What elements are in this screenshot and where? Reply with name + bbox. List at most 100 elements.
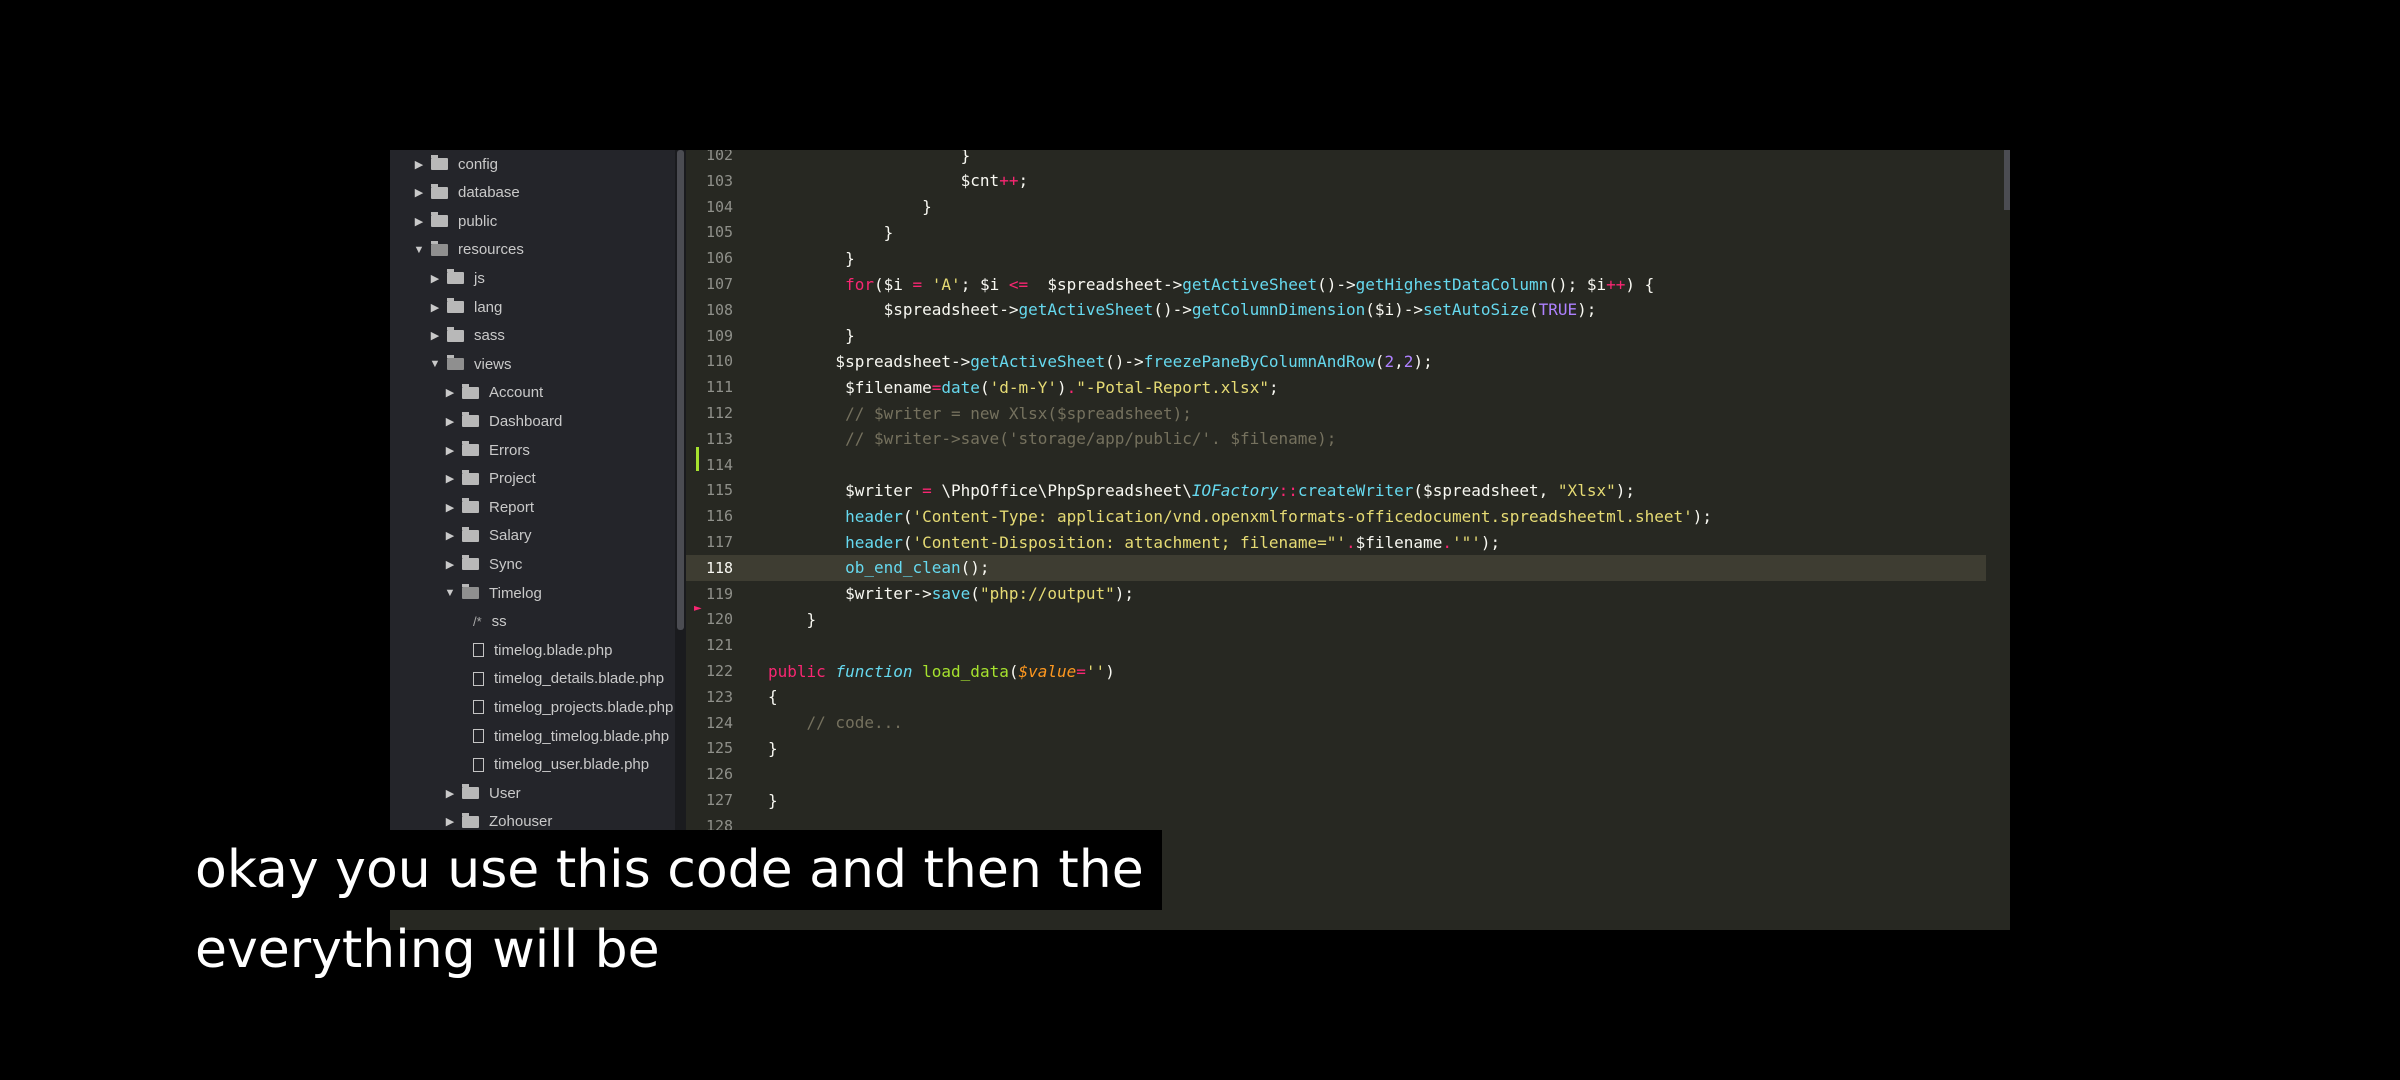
collapsed-arrow-icon[interactable]: ▶: [412, 215, 426, 228]
code-line[interactable]: 107 for($i = 'A'; $i <= $spreadsheet->ge…: [686, 271, 1986, 297]
tree-item-lang[interactable]: ▶ lang: [428, 293, 502, 321]
code-line[interactable]: 125}: [686, 735, 1986, 761]
code-token: ;: [1268, 377, 1279, 397]
code-token: .: [1345, 532, 1356, 552]
code-line[interactable]: 121: [686, 632, 1986, 658]
line-number: 119: [706, 584, 734, 603]
code-line[interactable]: 103 $cnt++;: [686, 168, 1986, 194]
tree-item-public[interactable]: ▶ public: [412, 207, 497, 235]
collapsed-arrow-icon[interactable]: ▶: [443, 472, 457, 485]
collapsed-arrow-icon[interactable]: ▶: [443, 444, 457, 457]
tree-item-resources[interactable]: ▼ resources: [412, 236, 524, 264]
tree-item-project[interactable]: ▶ Project: [443, 465, 536, 493]
tree-item-timelog-details-blade-php[interactable]: timelog_details.blade.php: [468, 665, 664, 693]
collapsed-arrow-icon[interactable]: ▶: [443, 529, 457, 542]
collapsed-arrow-icon[interactable]: ▶: [443, 787, 457, 800]
tree-item-salary[interactable]: ▶ Salary: [443, 522, 532, 550]
code-text: }: [756, 791, 778, 810]
code-line[interactable]: 119 $writer->save("php://output");: [686, 581, 1986, 607]
tree-item-sync[interactable]: ▶ Sync: [443, 550, 522, 578]
tree-item-config[interactable]: ▶ config: [412, 150, 498, 178]
tree-item-ss[interactable]: /* ss: [468, 608, 507, 636]
collapsed-arrow-icon[interactable]: ▶: [443, 386, 457, 399]
code-line[interactable]: 113 // $writer->save('storage/app/public…: [686, 426, 1986, 452]
code-text: }: [756, 197, 932, 216]
tree-item-label: js: [474, 269, 485, 287]
tree-item-timelog-timelog-blade-php[interactable]: timelog_timelog.blade.php: [468, 722, 669, 750]
collapsed-arrow-icon[interactable]: ▶: [443, 558, 457, 571]
code-token: ++: [999, 171, 1019, 191]
code-line[interactable]: 106 }: [686, 245, 1986, 271]
code-line[interactable]: 104 }: [686, 194, 1986, 220]
code-line[interactable]: 111 $filename=date('d-m-Y')."-Potal-Repo…: [686, 374, 1986, 400]
tree-item-timelog-projects-blade-php[interactable]: timelog_projects.blade.php: [468, 693, 673, 721]
code-line[interactable]: 115 $writer = \PhpOffice\PhpSpreadsheet\…: [686, 477, 1986, 503]
tree-item-database[interactable]: ▶ database: [412, 179, 520, 207]
collapsed-arrow-icon[interactable]: ▶: [428, 329, 442, 342]
code-text: $spreadsheet->getActiveSheet()->freezePa…: [756, 351, 1432, 371]
collapsed-arrow-icon[interactable]: ▶: [412, 186, 426, 199]
tree-item-js[interactable]: ▶ js: [428, 264, 485, 292]
file-icon: [473, 671, 484, 686]
tree-item-zohouser[interactable]: ▶ Zohouser: [443, 808, 552, 830]
collapsed-arrow-icon[interactable]: ▶: [412, 158, 426, 171]
collapsed-arrow-icon[interactable]: ▶: [428, 272, 442, 285]
code-token: ()->: [1317, 274, 1356, 294]
code-line[interactable]: 102 }: [686, 150, 1986, 168]
collapsed-arrow-icon[interactable]: ▶: [443, 501, 457, 514]
tree-item-account[interactable]: ▶ Account: [443, 379, 543, 407]
collapsed-arrow-icon[interactable]: ▶: [443, 815, 457, 828]
code-line[interactable]: 116 header('Content-Type: application/vn…: [686, 503, 1986, 529]
tree-item-timelog[interactable]: ▼ Timelog: [443, 579, 542, 607]
code-token: public: [768, 661, 826, 681]
code-token: ();: [960, 558, 990, 578]
code-token: ;: [1018, 171, 1029, 191]
code-line[interactable]: 112 // $writer = new Xlsx($spreadsheet);: [686, 400, 1986, 426]
tree-item-timelog-user-blade-php[interactable]: timelog_user.blade.php: [468, 751, 649, 779]
code-token: ) {: [1625, 274, 1655, 294]
tree-item-label: Timelog: [489, 584, 542, 602]
code-line[interactable]: 110 $spreadsheet->getActiveSheet()->free…: [686, 348, 1986, 374]
code-line[interactable]: 122 public function load_data($value=''): [686, 658, 1986, 684]
code-token: ; $i: [960, 274, 1009, 294]
code-token: $writer: [768, 480, 923, 500]
code-editor[interactable]: ► 102 } 103 $cnt++; 104 } 105 } 106 } 107 for…: [686, 150, 2010, 930]
code-text: $writer = \PhpOffice\PhpSpreadsheet\IOFa…: [756, 481, 1635, 500]
tree-item-sass[interactable]: ▶ sass: [428, 322, 505, 350]
expanded-arrow-icon[interactable]: ▼: [443, 587, 457, 599]
code-line[interactable]: 123 {: [686, 684, 1986, 710]
code-token: );: [1577, 300, 1597, 320]
expanded-arrow-icon[interactable]: ▼: [428, 358, 442, 370]
code-line[interactable]: 117 header('Content-Disposition: attachm…: [686, 529, 1986, 555]
sidebar-scrollbar-thumb[interactable]: [677, 150, 684, 630]
code-line[interactable]: 114: [686, 452, 1986, 478]
tree-item-dashboard[interactable]: ▶ Dashboard: [443, 407, 562, 435]
code-line[interactable]: 108 $spreadsheet->getActiveSheet()->getC…: [686, 297, 1986, 323]
tree-item-user[interactable]: ▶ User: [443, 779, 521, 807]
code-token: $spreadsheet->: [768, 351, 971, 371]
code-line[interactable]: 118 ob_end_clean();: [686, 554, 1986, 581]
code-line[interactable]: 109 }: [686, 323, 1986, 349]
line-number: 114: [706, 455, 734, 474]
tree-item-report[interactable]: ▶ Report: [443, 493, 534, 521]
line-number: 103: [706, 171, 734, 190]
sidebar-scrollbar[interactable]: [675, 150, 686, 830]
folder-icon: [431, 155, 448, 170]
code-token: header: [845, 532, 903, 552]
tree-item-timelog-blade-php[interactable]: timelog.blade.php: [468, 636, 612, 664]
collapsed-arrow-icon[interactable]: ▶: [443, 415, 457, 428]
collapsed-arrow-icon[interactable]: ▶: [428, 301, 442, 314]
code-token: setAutoSize: [1423, 300, 1529, 320]
code-line[interactable]: 105 }: [686, 219, 1986, 245]
tree-item-errors[interactable]: ▶ Errors: [443, 436, 530, 464]
code-token: '"': [1451, 532, 1481, 552]
expanded-arrow-icon[interactable]: ▼: [412, 244, 426, 256]
code-line[interactable]: 126: [686, 761, 1986, 787]
code-token: <=: [1008, 274, 1029, 294]
tree-item-views[interactable]: ▼ views: [428, 350, 512, 378]
code-line[interactable]: 120 }: [686, 606, 1986, 632]
code-scrollbar[interactable]: [2004, 150, 2010, 210]
code-token: }: [768, 609, 817, 629]
code-line[interactable]: 124 // code...: [686, 710, 1986, 736]
code-line[interactable]: 127}: [686, 787, 1986, 813]
